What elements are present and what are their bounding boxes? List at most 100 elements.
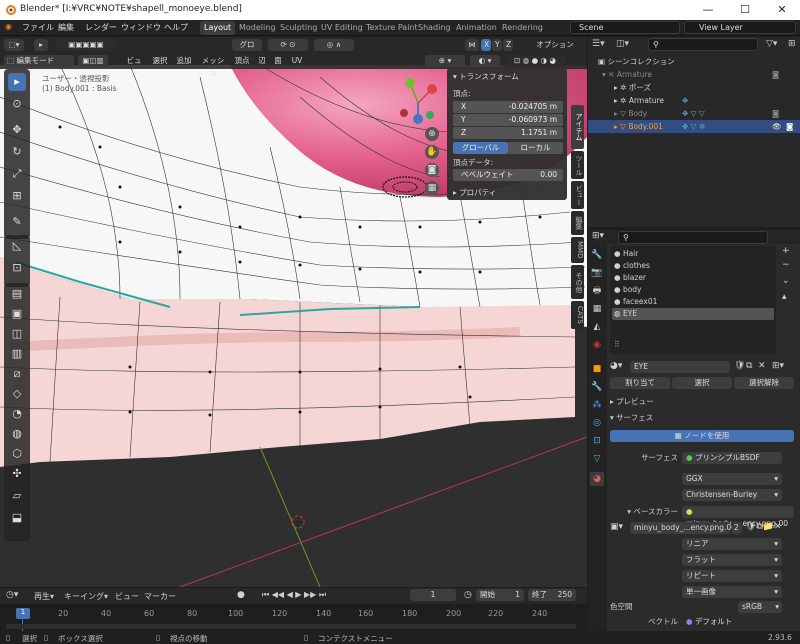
annotate-tool-icon[interactable]: ✎ bbox=[8, 213, 26, 231]
scale-tool-icon[interactable]: ⤢ bbox=[8, 165, 26, 183]
projection-dropdown[interactable]: フラット ▾ bbox=[682, 554, 782, 566]
add-cube-tool-icon[interactable]: ⊡ bbox=[8, 259, 26, 277]
tab-sculpting[interactable]: Sculpting bbox=[276, 21, 321, 35]
list-expand-icon[interactable]: ⠿ bbox=[614, 340, 620, 349]
interpolation-dropdown[interactable]: リニア ▾ bbox=[682, 538, 782, 550]
vertex-x-field[interactable]: X -0.024705 m bbox=[453, 101, 563, 113]
slot-row[interactable]: ● Hair bbox=[614, 248, 774, 260]
tool-tab-icon[interactable]: 🔧 bbox=[590, 248, 604, 262]
orientation-dropdown[interactable]: グロー… bbox=[232, 39, 262, 61]
mirror-icon[interactable]: ⋈ bbox=[465, 39, 479, 51]
tab-uv-editing[interactable]: UV Editing bbox=[317, 21, 367, 35]
measure-tool-icon[interactable]: ◺ bbox=[8, 237, 26, 255]
select-mode-icons[interactable]: ▣▣▣▣▣ bbox=[56, 39, 116, 51]
playback-menu[interactable]: 再生▾ bbox=[34, 591, 54, 602]
image-name-field[interactable]: minyu_body_...ency.png.003 bbox=[630, 522, 741, 534]
tab-rendering[interactable]: Rendering bbox=[498, 21, 547, 35]
playhead-frame[interactable]: 1 bbox=[16, 608, 30, 619]
camera-visibility-icon[interactable]: ◙ bbox=[772, 68, 779, 81]
outliner-search-input[interactable]: ⚲ bbox=[648, 38, 758, 51]
proportional-icons[interactable]: ◎ ∧ bbox=[314, 39, 354, 51]
zoom-icon[interactable]: ⊕ bbox=[425, 127, 439, 141]
edge-slide-tool-icon[interactable]: ⬡ bbox=[8, 445, 26, 463]
smooth-tool-icon[interactable]: ◍ bbox=[8, 425, 26, 443]
transform-tool-icon[interactable]: ⊞ bbox=[8, 187, 26, 205]
extension-dropdown[interactable]: リピート ▾ bbox=[682, 570, 782, 582]
surface-shader-field[interactable]: ● プリンシプルBSDF bbox=[682, 452, 782, 464]
slot-row[interactable]: ● blazer bbox=[614, 272, 774, 284]
new-collection-icon[interactable]: ⊞ bbox=[788, 39, 796, 49]
menu-file[interactable]: ファイル bbox=[22, 22, 54, 33]
properties-editor-icon[interactable]: ⊞▾ bbox=[592, 231, 604, 241]
properties-search-input[interactable]: ⚲ bbox=[618, 231, 768, 244]
vertex-y-field[interactable]: Y -0.060973 m bbox=[453, 114, 563, 126]
preview-panel-header[interactable]: ▸ プレビュー bbox=[610, 396, 654, 408]
menu-add[interactable]: 追加 bbox=[172, 55, 196, 67]
inset-tool-icon[interactable]: ▣ bbox=[8, 305, 26, 323]
deselect-button[interactable]: 選択解除 bbox=[734, 377, 794, 389]
minimize-button[interactable]: — bbox=[690, 0, 726, 20]
spin-tool-icon[interactable]: ◔ bbox=[8, 405, 26, 423]
move-slot-up-button[interactable]: ▴ bbox=[782, 292, 787, 302]
menu-face[interactable]: 面 bbox=[270, 55, 286, 67]
outliner-row-scene-collection[interactable]: ▣ シーンコレクション bbox=[588, 55, 800, 68]
menu-uv[interactable]: UV bbox=[288, 55, 306, 67]
menu-mesh[interactable]: メッシュ bbox=[196, 55, 230, 77]
cursor-tool-icon[interactable]: ⊙ bbox=[8, 95, 26, 113]
object-tab-icon[interactable]: ■ bbox=[590, 362, 604, 376]
shrink-tool-icon[interactable]: ✣ bbox=[8, 465, 26, 483]
view-layer-tab-icon[interactable]: ▦ bbox=[590, 302, 604, 316]
physics-tab-icon[interactable]: ◎ bbox=[590, 416, 604, 430]
current-frame-field[interactable]: 1 bbox=[410, 589, 456, 601]
knife-tool-icon[interactable]: ⧄ bbox=[8, 365, 26, 383]
bevel-weight-field[interactable]: ベベルウェイト 0.00 bbox=[453, 169, 563, 181]
axis-y-toggle[interactable]: Y bbox=[492, 39, 502, 51]
timeline-ruler[interactable]: 1 20 40 60 80 100 120 140 160 180 200 22… bbox=[0, 604, 587, 631]
fake-user-icon[interactable]: 🛡 bbox=[734, 361, 745, 371]
menu-edit[interactable]: 編集 bbox=[58, 22, 74, 33]
tab-animation[interactable]: Animation bbox=[452, 21, 501, 35]
scene-selector[interactable]: Scene bbox=[570, 21, 680, 34]
maximize-button[interactable]: ☐ bbox=[727, 0, 763, 20]
unlink-material-icon[interactable]: ✕ bbox=[758, 361, 766, 371]
local-toggle[interactable]: ローカル bbox=[508, 142, 563, 154]
modifier-tab-icon[interactable]: 🔧 bbox=[590, 380, 604, 394]
duplicate-material-icon[interactable]: ⧉ bbox=[746, 361, 752, 371]
overlay-toggle-icons[interactable]: ◐ ▾ bbox=[470, 55, 500, 67]
vector-field[interactable]: ● デフォルト bbox=[682, 616, 782, 628]
source-dropdown[interactable]: 単一画像 ▾ bbox=[682, 586, 782, 598]
menu-select[interactable]: 選択 bbox=[148, 55, 172, 67]
select-button[interactable]: 選択 bbox=[672, 377, 732, 389]
use-nodes-button[interactable]: ▦ ノードを使用 bbox=[610, 430, 794, 442]
record-icon[interactable]: ● bbox=[237, 590, 245, 600]
select-box-tool-icon[interactable]: ▸ bbox=[8, 73, 26, 91]
slot-row[interactable]: ● body bbox=[614, 284, 774, 296]
subsurface-method-dropdown[interactable]: Christensen-Burley ▾ bbox=[682, 489, 782, 501]
tab-shading[interactable]: Shading bbox=[414, 21, 455, 35]
menu-help[interactable]: ヘルプ bbox=[164, 22, 188, 33]
loop-cut-tool-icon[interactable]: ▥ bbox=[8, 345, 26, 363]
timeline-scrollbar[interactable] bbox=[6, 624, 576, 629]
camera-visibility-icon[interactable]: ◙ bbox=[786, 120, 793, 133]
tab-misc[interactable]: その他 bbox=[571, 265, 584, 299]
navigation-gizmo[interactable] bbox=[390, 75, 446, 131]
outliner-row-pose[interactable]: ▸ ✲ ポーズ bbox=[588, 81, 800, 94]
options-menu[interactable]: オプション bbox=[530, 39, 580, 51]
camera-icon[interactable]: ◙ bbox=[425, 163, 439, 177]
rip-tool-icon[interactable]: ⬓ bbox=[8, 509, 26, 527]
remove-slot-button[interactable]: − bbox=[782, 260, 790, 270]
surface-panel-header[interactable]: ▾ サーフェス bbox=[610, 412, 653, 424]
tab-tool[interactable]: ツール bbox=[571, 151, 584, 179]
link-data-icon[interactable]: ⊞▾ bbox=[772, 361, 784, 371]
material-tab-icon[interactable]: ◕ bbox=[590, 472, 604, 486]
pivot-snap-icons[interactable]: ⟳ ⊙ bbox=[268, 39, 308, 51]
display-mode-icon[interactable]: ◫▾ bbox=[616, 39, 629, 49]
poly-build-tool-icon[interactable]: ◇ bbox=[8, 385, 26, 403]
outliner-row-body001[interactable]: ▸ ▽ Body.001 ✥ ▽ ✲ 👁 ◙ bbox=[588, 120, 800, 133]
material-name-field[interactable]: EYE bbox=[630, 361, 730, 373]
eye-visibility-icon[interactable]: 👁 bbox=[772, 120, 782, 133]
colorspace-dropdown[interactable]: sRGB ▾ bbox=[738, 601, 782, 613]
gizmo-toggle-icons[interactable]: ⊕ ▾ bbox=[425, 55, 465, 67]
distribution-dropdown[interactable]: GGX ▾ bbox=[682, 473, 782, 485]
image-users-count[interactable]: 2 bbox=[732, 522, 742, 534]
